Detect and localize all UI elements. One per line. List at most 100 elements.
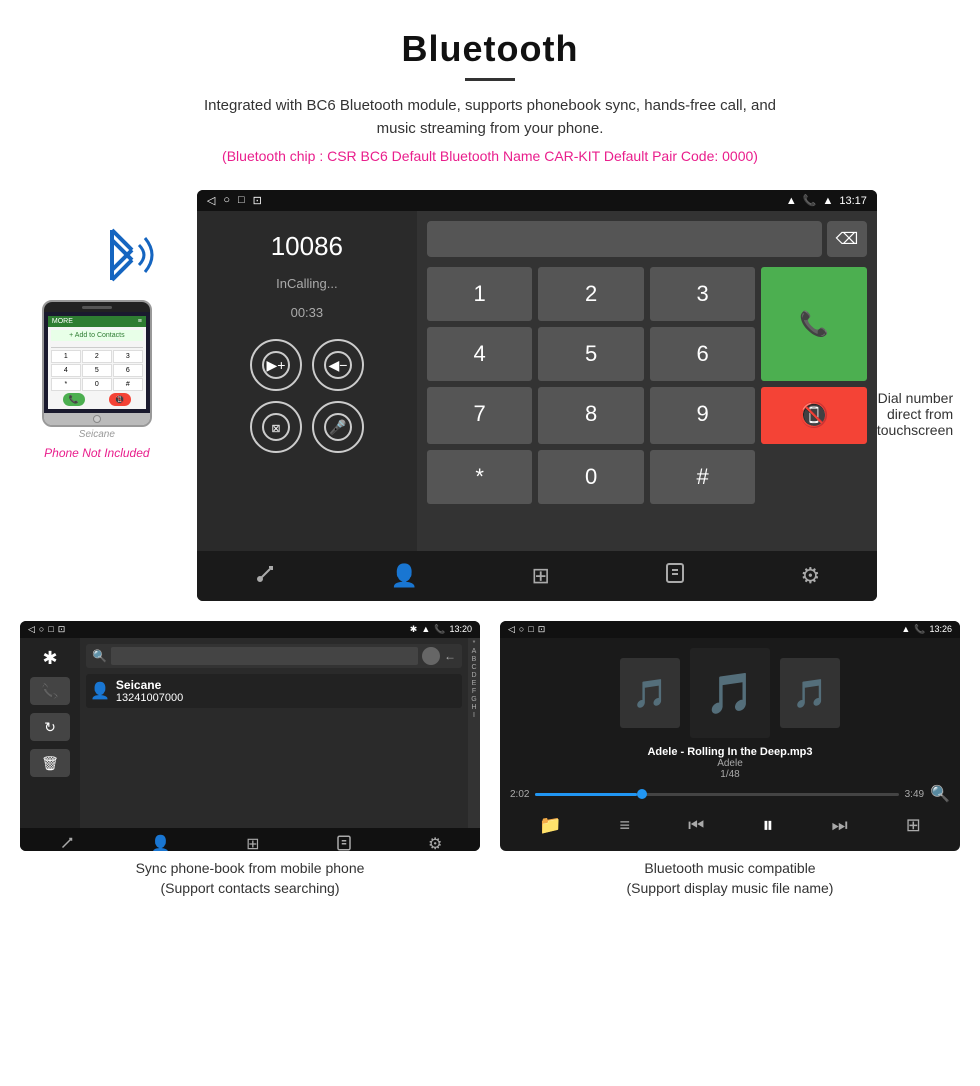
key-2[interactable]: 2 [538, 267, 644, 321]
transfer-call-button[interactable]: ⊠ [250, 401, 302, 453]
pb-bottom-bar: 👤 ⊞ ⚙ [20, 828, 480, 851]
key-8[interactable]: 8 [538, 387, 644, 444]
album-art-main: 🎵 [690, 648, 770, 738]
folder-icon[interactable]: 📁 [539, 815, 561, 836]
prev-icon[interactable]: ⏮ [688, 815, 704, 836]
music-recent-icon: □ [528, 624, 533, 635]
page-title: Bluetooth [20, 28, 960, 70]
settings-icon[interactable]: ⚙ [800, 563, 820, 589]
status-left-icons: ◁ ○ □ ⊡ [207, 194, 262, 207]
pb-main: 🔍 ← 👤 Seicane 13241007000 [80, 638, 468, 828]
play-icon[interactable]: ⏸ [762, 812, 773, 838]
keypad-icon[interactable]: ⊞ [531, 563, 549, 589]
pb-bottom-settings-icon[interactable]: ⚙ [428, 834, 442, 851]
pb-sync-sidebar-button[interactable]: ↻ [30, 713, 70, 741]
playlist-icon[interactable]: ≡ [620, 815, 631, 836]
end-call-button[interactable]: 📵 [761, 387, 867, 444]
time-label: 13:17 [839, 195, 867, 207]
key-1[interactable]: 1 [427, 267, 533, 321]
phone-call-button: 📞 [63, 393, 85, 406]
phone-key-1: 1 [51, 350, 81, 363]
key-9[interactable]: 9 [650, 387, 756, 444]
pb-call-sidebar-button[interactable]: 📞 [30, 677, 70, 705]
music-content: 🎵 🎵 🎵 Adele - Rolling In the Deep.mp3 Ad… [500, 638, 960, 828]
key-0[interactable]: 0 [538, 450, 644, 504]
pb-contact-item: 👤 Seicane 13241007000 [86, 674, 462, 708]
number-input-field[interactable] [427, 221, 822, 257]
pb-circle-icon [422, 647, 440, 665]
music-search-icon[interactable]: 🔍 [930, 784, 950, 804]
top-caption: Dial number direct from touchscreen [877, 190, 980, 438]
pb-bottom-keypad-icon[interactable]: ⊞ [246, 834, 259, 851]
mute-button[interactable]: 🎤 [312, 401, 364, 453]
equalizer-icon[interactable]: ⊞ [906, 815, 921, 836]
key-7[interactable]: 7 [427, 387, 533, 444]
key-5[interactable]: 5 [538, 327, 644, 381]
pb-alpha-d: D [471, 672, 476, 679]
volume-up-button[interactable]: ▶+ [250, 339, 302, 391]
bluetooth-signal-icon [77, 248, 157, 301]
screen-bottom-bar: 👤 ⊞ ⚙ [197, 551, 877, 601]
phone-keypad: 1 2 3 4 5 6 * 0 # [51, 350, 143, 391]
pb-alpha-h: H [471, 704, 476, 711]
music-caption-line1: Bluetooth music compatible [500, 859, 960, 879]
dialer-right: ⌫ 1 2 3 📞 4 5 6 7 8 9 📵 * 0 # [417, 211, 877, 551]
pb-search-input[interactable] [111, 647, 418, 665]
phone-device: MORE ≡ + Add to Contacts 1 2 3 4 5 6 * 0 [42, 300, 152, 427]
wifi-icon: ▲ [822, 195, 833, 207]
backspace-button[interactable]: ⌫ [827, 221, 867, 257]
download-icon: ⊡ [253, 194, 262, 207]
pb-delete-sidebar-button[interactable]: 🗑 [30, 749, 70, 777]
phone-mockup-area: MORE ≡ + Add to Contacts 1 2 3 4 5 6 * 0 [0, 190, 197, 460]
pb-status-right: ✱ ▲ 📞 13:20 [410, 624, 472, 635]
music-note-icon-left: 🎵 [633, 677, 668, 710]
title-divider [465, 78, 515, 81]
call-number: 10086 [271, 231, 343, 262]
track-name: Adele - Rolling In the Deep.mp3 [647, 746, 812, 758]
progress-bar [535, 793, 898, 796]
key-4[interactable]: 4 [427, 327, 533, 381]
phone-key-3: 3 [113, 350, 143, 363]
phone-network-label: MORE [52, 318, 73, 325]
pb-bottom-log-icon[interactable] [335, 834, 353, 851]
home-icon: ○ [223, 194, 230, 207]
pb-contact-info: Seicane 13241007000 [116, 678, 183, 704]
number-input-row: ⌫ [427, 221, 867, 257]
next-icon[interactable]: ⏭ [832, 815, 848, 836]
bottom-panel-music: ◁ ○ □ ⊡ ▲ 📞 13:26 🎵 🎵 [500, 621, 960, 898]
pb-bottom-contacts-icon[interactable]: 👤 [151, 834, 171, 851]
contacts-icon[interactable]: 👤 [391, 563, 418, 589]
phone-key-5: 5 [82, 364, 112, 377]
key-star[interactable]: * [427, 450, 533, 504]
bluetooth-icon-area [57, 220, 137, 290]
svg-text:▶+: ▶+ [266, 357, 285, 373]
page-header: Bluetooth Integrated with BC6 Bluetooth … [0, 0, 980, 190]
call-button[interactable]: 📞 [761, 267, 867, 381]
phone-not-included-label: Phone Not Included [44, 446, 149, 460]
pb-bottom-call-icon[interactable] [58, 834, 76, 851]
time-current: 2:02 [510, 789, 529, 800]
phone-key-4: 4 [51, 364, 81, 377]
call-time: 00:33 [291, 305, 324, 320]
music-caption: Bluetooth music compatible (Support disp… [500, 859, 960, 898]
pb-caption-line2: (Support contacts searching) [20, 879, 480, 899]
music-call-icon: 📞 [914, 624, 925, 635]
key-hash[interactable]: # [650, 450, 756, 504]
volume-down-button[interactable]: ◀− [312, 339, 364, 391]
pb-bluetooth-icon: ✱ [42, 648, 57, 669]
key-3[interactable]: 3 [650, 267, 756, 321]
pb-back-icon: ◁ [28, 624, 35, 635]
page-description: Integrated with BC6 Bluetooth module, su… [190, 95, 790, 140]
phone-action-row: 📞 📵 [51, 393, 143, 406]
key-6[interactable]: 6 [650, 327, 756, 381]
album-art-small-right: 🎵 [780, 658, 840, 728]
call-transfer-icon[interactable] [254, 561, 278, 591]
phone-speaker-icon [82, 306, 112, 309]
add-contacts-label: + Add to Contacts [51, 330, 143, 341]
call-log-icon[interactable] [663, 561, 687, 591]
pb-download-icon: ⊡ [58, 624, 66, 635]
pb-alpha-b: B [472, 656, 477, 663]
album-art-small-left: 🎵 [620, 658, 680, 728]
status-right-icons: ▲ 📞 ▲ 13:17 [786, 194, 867, 207]
music-status-bar: ◁ ○ □ ⊡ ▲ 📞 13:26 [500, 621, 960, 638]
